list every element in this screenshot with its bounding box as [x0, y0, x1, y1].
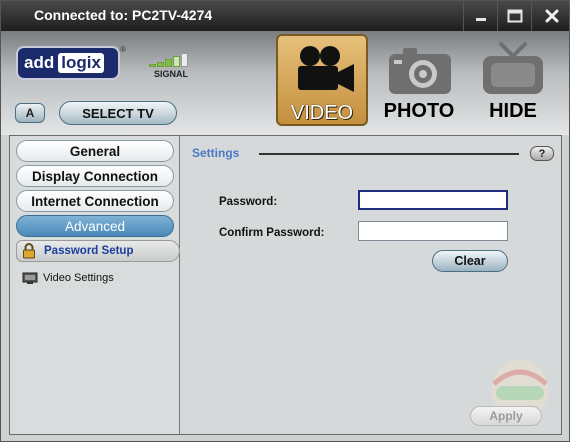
nav-general-label: General [69, 143, 121, 159]
logo-registered-mark: ® [120, 45, 126, 54]
settings-panel: Settings ? Password: Confirm Password: C… [181, 136, 561, 434]
select-tv-button[interactable]: SELECT TV [59, 101, 177, 125]
video-settings-icon [22, 272, 38, 284]
password-field[interactable] [358, 190, 508, 210]
nav-internet-connection-button[interactable]: Internet Connection [16, 190, 174, 212]
signal-bar [165, 59, 172, 67]
minimize-button[interactable] [463, 1, 497, 31]
signal-strength-icon [149, 53, 199, 67]
help-icon: ? [538, 147, 546, 160]
photo-mode-label: PHOTO [383, 100, 455, 122]
close-button[interactable] [531, 1, 569, 31]
hide-mode-label: HIDE [489, 100, 537, 122]
language-button[interactable]: A [15, 103, 45, 123]
maximize-button[interactable] [497, 1, 531, 31]
nav-advanced-button[interactable]: Advanced [16, 215, 174, 237]
confirm-password-field[interactable] [358, 221, 508, 241]
nav-display-connection-label: Display Connection [31, 168, 158, 184]
language-button-label: A [25, 106, 35, 120]
lock-icon [23, 243, 35, 259]
subnav-video-settings[interactable]: Video Settings [22, 270, 114, 286]
photo-camera-icon [389, 48, 451, 94]
apply-button[interactable]: Apply [470, 406, 542, 426]
video-mode-label: VIDEO [290, 102, 354, 124]
nav-internet-connection-label: Internet Connection [31, 193, 159, 209]
hide-mode-button[interactable]: HIDE [467, 34, 559, 126]
clear-button-label: Clear [454, 254, 486, 268]
logo-text-add: add [24, 53, 55, 72]
video-camera-icon [298, 46, 354, 92]
minimize-icon [475, 18, 486, 21]
password-label: Password: [219, 196, 278, 208]
tv-icon [483, 42, 543, 94]
subnav-video-settings-label: Video Settings [43, 272, 114, 284]
content-area: General Display Connection Internet Conn… [9, 135, 562, 435]
select-tv-label: SELECT TV [82, 105, 154, 121]
help-button[interactable]: ? [530, 146, 554, 161]
photo-mode-button[interactable]: PHOTO [373, 34, 465, 126]
confirm-password-label: Confirm Password: [219, 227, 325, 239]
clear-button[interactable]: Clear [432, 250, 508, 272]
maximize-icon [507, 9, 522, 23]
addlogix-logo: add logix ® [16, 45, 126, 80]
signal-bar [181, 53, 188, 67]
apply-button-label: Apply [489, 409, 523, 423]
signal-label: SIGNAL [154, 69, 189, 79]
settings-sidebar: General Display Connection Internet Conn… [10, 136, 180, 434]
header-bar: add logix ® SIGNAL A SELECT TV VIDEO PHO… [1, 31, 569, 135]
window-title: Connected to: PC2TV-4274 [34, 7, 213, 23]
signal-bar [157, 62, 164, 67]
settings-divider [259, 153, 519, 155]
app-window: Connected to: PC2TV-4274 add logix ® SIG… [0, 0, 570, 442]
signal-bar [173, 56, 180, 67]
title-bar[interactable]: Connected to: PC2TV-4274 [1, 1, 569, 31]
logo-text-logix: logix [58, 53, 104, 73]
settings-title: Settings [192, 146, 240, 160]
nav-display-connection-button[interactable]: Display Connection [16, 165, 174, 187]
subnav-password-setup[interactable]: Password Setup [16, 240, 180, 262]
close-icon [545, 9, 558, 23]
video-mode-button[interactable]: VIDEO [276, 34, 368, 126]
nav-general-button[interactable]: General [16, 140, 174, 162]
subnav-password-setup-label: Password Setup [44, 245, 134, 257]
nav-advanced-label: Advanced [64, 218, 126, 234]
signal-bar [149, 64, 156, 67]
